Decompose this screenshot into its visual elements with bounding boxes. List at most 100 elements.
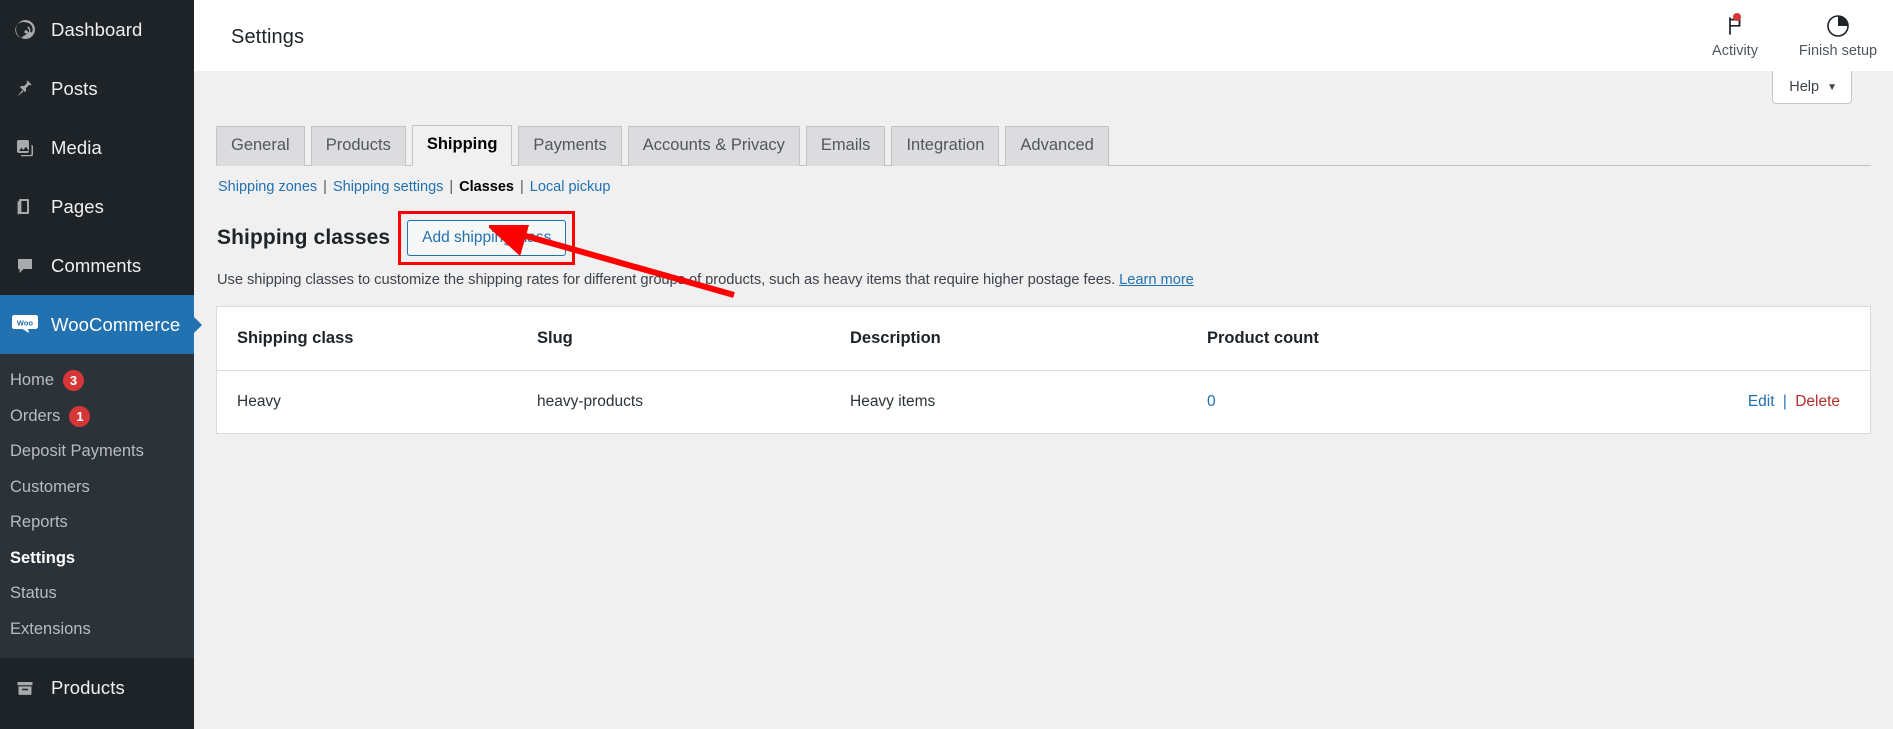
help-label: Help bbox=[1789, 79, 1819, 95]
page-title: Settings bbox=[194, 0, 304, 49]
section-heading-row: Shipping classes Add shipping class bbox=[216, 216, 1893, 260]
sidebar-item-label: WooCommerce bbox=[51, 314, 180, 336]
progress-circle-icon bbox=[1825, 12, 1851, 40]
finish-setup-label: Finish setup bbox=[1799, 43, 1877, 59]
submenu-item-reports[interactable]: Reports bbox=[0, 505, 194, 541]
chevron-down-icon: ▼ bbox=[1827, 82, 1837, 93]
subnav-link-shipping-zones[interactable]: Shipping zones bbox=[218, 179, 317, 195]
tab-general[interactable]: General bbox=[216, 126, 305, 166]
learn-more-link[interactable]: Learn more bbox=[1119, 272, 1194, 288]
tab-label: Emails bbox=[821, 136, 871, 154]
subnav-link-shipping-settings[interactable]: Shipping settings bbox=[333, 179, 443, 195]
shipping-subnav: Shipping zones | Shipping settings | Cla… bbox=[216, 179, 1893, 195]
column-header-actions bbox=[1537, 307, 1870, 371]
cell-slug: heavy-products bbox=[537, 370, 850, 433]
submenu-item-customers[interactable]: Customers bbox=[0, 470, 194, 506]
submenu-item-label: Settings bbox=[10, 549, 75, 568]
column-header-product-count: Product count bbox=[1207, 307, 1537, 371]
activity-notification-dot bbox=[1733, 13, 1741, 21]
tab-label: General bbox=[231, 136, 290, 154]
action-separator: | bbox=[1783, 393, 1787, 410]
sidebar-item-products[interactable]: Products bbox=[0, 658, 194, 717]
sidebar-item-analytics[interactable]: Analytics bbox=[0, 717, 194, 729]
delete-link[interactable]: Delete bbox=[1795, 393, 1840, 410]
add-shipping-class-highlight: Add shipping class bbox=[398, 211, 575, 265]
product-count-link[interactable]: 0 bbox=[1207, 393, 1216, 411]
cell-description: Heavy items bbox=[850, 370, 1207, 433]
tab-advanced[interactable]: Advanced bbox=[1005, 126, 1108, 166]
tab-label: Shipping bbox=[427, 135, 498, 153]
settings-content: General Products Shipping Payments Accou… bbox=[194, 124, 1893, 434]
woocommerce-icon: Woo bbox=[10, 313, 40, 337]
cell-shipping-class: Heavy bbox=[217, 370, 537, 433]
sidebar-item-label: Media bbox=[51, 137, 102, 159]
help-dropdown-button[interactable]: Help ▼ bbox=[1772, 71, 1852, 104]
sidebar-item-label: Products bbox=[51, 677, 125, 699]
submenu-item-label: Customers bbox=[10, 478, 90, 497]
activity-button[interactable]: Activity bbox=[1687, 0, 1783, 71]
column-header-description: Description bbox=[850, 307, 1207, 371]
tab-label: Integration bbox=[906, 136, 984, 154]
comments-icon bbox=[10, 254, 40, 278]
settings-tabs: General Products Shipping Payments Accou… bbox=[216, 124, 1871, 166]
submenu-item-deposit-payments[interactable]: Deposit Payments bbox=[0, 434, 194, 470]
submenu-item-label: Status bbox=[10, 584, 57, 603]
submenu-item-orders[interactable]: Orders 1 bbox=[0, 399, 194, 435]
page-root: Dashboard Posts Media bbox=[0, 0, 1893, 729]
activity-label: Activity bbox=[1712, 43, 1758, 59]
help-bar: Help ▼ bbox=[194, 71, 1893, 117]
tab-emails[interactable]: Emails bbox=[806, 126, 886, 166]
sidebar-item-label: Comments bbox=[51, 255, 141, 277]
sidebar-item-comments[interactable]: Comments bbox=[0, 236, 194, 295]
submenu-item-label: Reports bbox=[10, 513, 68, 532]
sidebar-item-dashboard[interactable]: Dashboard bbox=[0, 0, 194, 59]
submenu-item-home[interactable]: Home 3 bbox=[0, 363, 194, 399]
submenu-item-label: Home bbox=[10, 371, 54, 390]
edit-link[interactable]: Edit bbox=[1748, 393, 1775, 410]
dashboard-icon bbox=[10, 18, 40, 42]
subnav-link-local-pickup[interactable]: Local pickup bbox=[530, 179, 611, 195]
submenu-item-extensions[interactable]: Extensions bbox=[0, 612, 194, 648]
submenu-item-settings[interactable]: Settings bbox=[0, 541, 194, 577]
sidebar-item-media[interactable]: Media bbox=[0, 118, 194, 177]
description-text: Use shipping classes to customize the sh… bbox=[217, 272, 1115, 288]
tab-shipping[interactable]: Shipping bbox=[412, 125, 513, 166]
submenu-item-label: Deposit Payments bbox=[10, 442, 144, 461]
sidebar-item-pages[interactable]: Pages bbox=[0, 177, 194, 236]
tab-accounts-privacy[interactable]: Accounts & Privacy bbox=[628, 126, 800, 166]
shipping-classes-table: Shipping class Slug Description Product … bbox=[217, 307, 1870, 433]
sidebar-item-label: Posts bbox=[51, 78, 98, 100]
pages-icon bbox=[10, 195, 40, 219]
column-header-slug: Slug bbox=[537, 307, 850, 371]
submenu-badge-orders: 1 bbox=[69, 406, 90, 427]
svg-text:Woo: Woo bbox=[17, 318, 34, 327]
subnav-separator: | bbox=[323, 179, 327, 195]
media-icon bbox=[10, 136, 40, 160]
cell-product-count: 0 bbox=[1207, 370, 1537, 433]
table-body: Heavy heavy-products Heavy items 0 Edit … bbox=[217, 370, 1870, 433]
sidebar-item-posts[interactable]: Posts bbox=[0, 59, 194, 118]
cell-row-actions: Edit | Delete bbox=[1537, 370, 1870, 433]
table-row: Heavy heavy-products Heavy items 0 Edit … bbox=[217, 370, 1870, 433]
sidebar-item-label: Pages bbox=[51, 196, 104, 218]
tab-label: Accounts & Privacy bbox=[643, 136, 785, 154]
sidebar-item-woocommerce[interactable]: Woo WooCommerce bbox=[0, 295, 194, 354]
subnav-link-classes[interactable]: Classes bbox=[459, 179, 514, 195]
tab-products[interactable]: Products bbox=[311, 126, 406, 166]
add-shipping-class-button[interactable]: Add shipping class bbox=[407, 220, 566, 256]
shipping-classes-description: Use shipping classes to customize the sh… bbox=[216, 272, 1893, 288]
tab-payments[interactable]: Payments bbox=[518, 126, 621, 166]
header-actions: Activity Finish setup bbox=[1687, 0, 1893, 71]
sidebar-item-label: Dashboard bbox=[51, 19, 142, 41]
column-header-shipping-class: Shipping class bbox=[217, 307, 537, 371]
tab-label: Products bbox=[326, 136, 391, 154]
finish-setup-button[interactable]: Finish setup bbox=[1783, 0, 1893, 71]
submenu-item-status[interactable]: Status bbox=[0, 576, 194, 612]
admin-sidebar: Dashboard Posts Media bbox=[0, 0, 194, 729]
shipping-classes-heading: Shipping classes bbox=[217, 226, 390, 250]
flag-icon bbox=[1723, 12, 1747, 40]
submenu-item-label: Extensions bbox=[10, 620, 91, 639]
table-head: Shipping class Slug Description Product … bbox=[217, 307, 1870, 371]
tab-label: Payments bbox=[533, 136, 606, 154]
tab-integration[interactable]: Integration bbox=[891, 126, 999, 166]
